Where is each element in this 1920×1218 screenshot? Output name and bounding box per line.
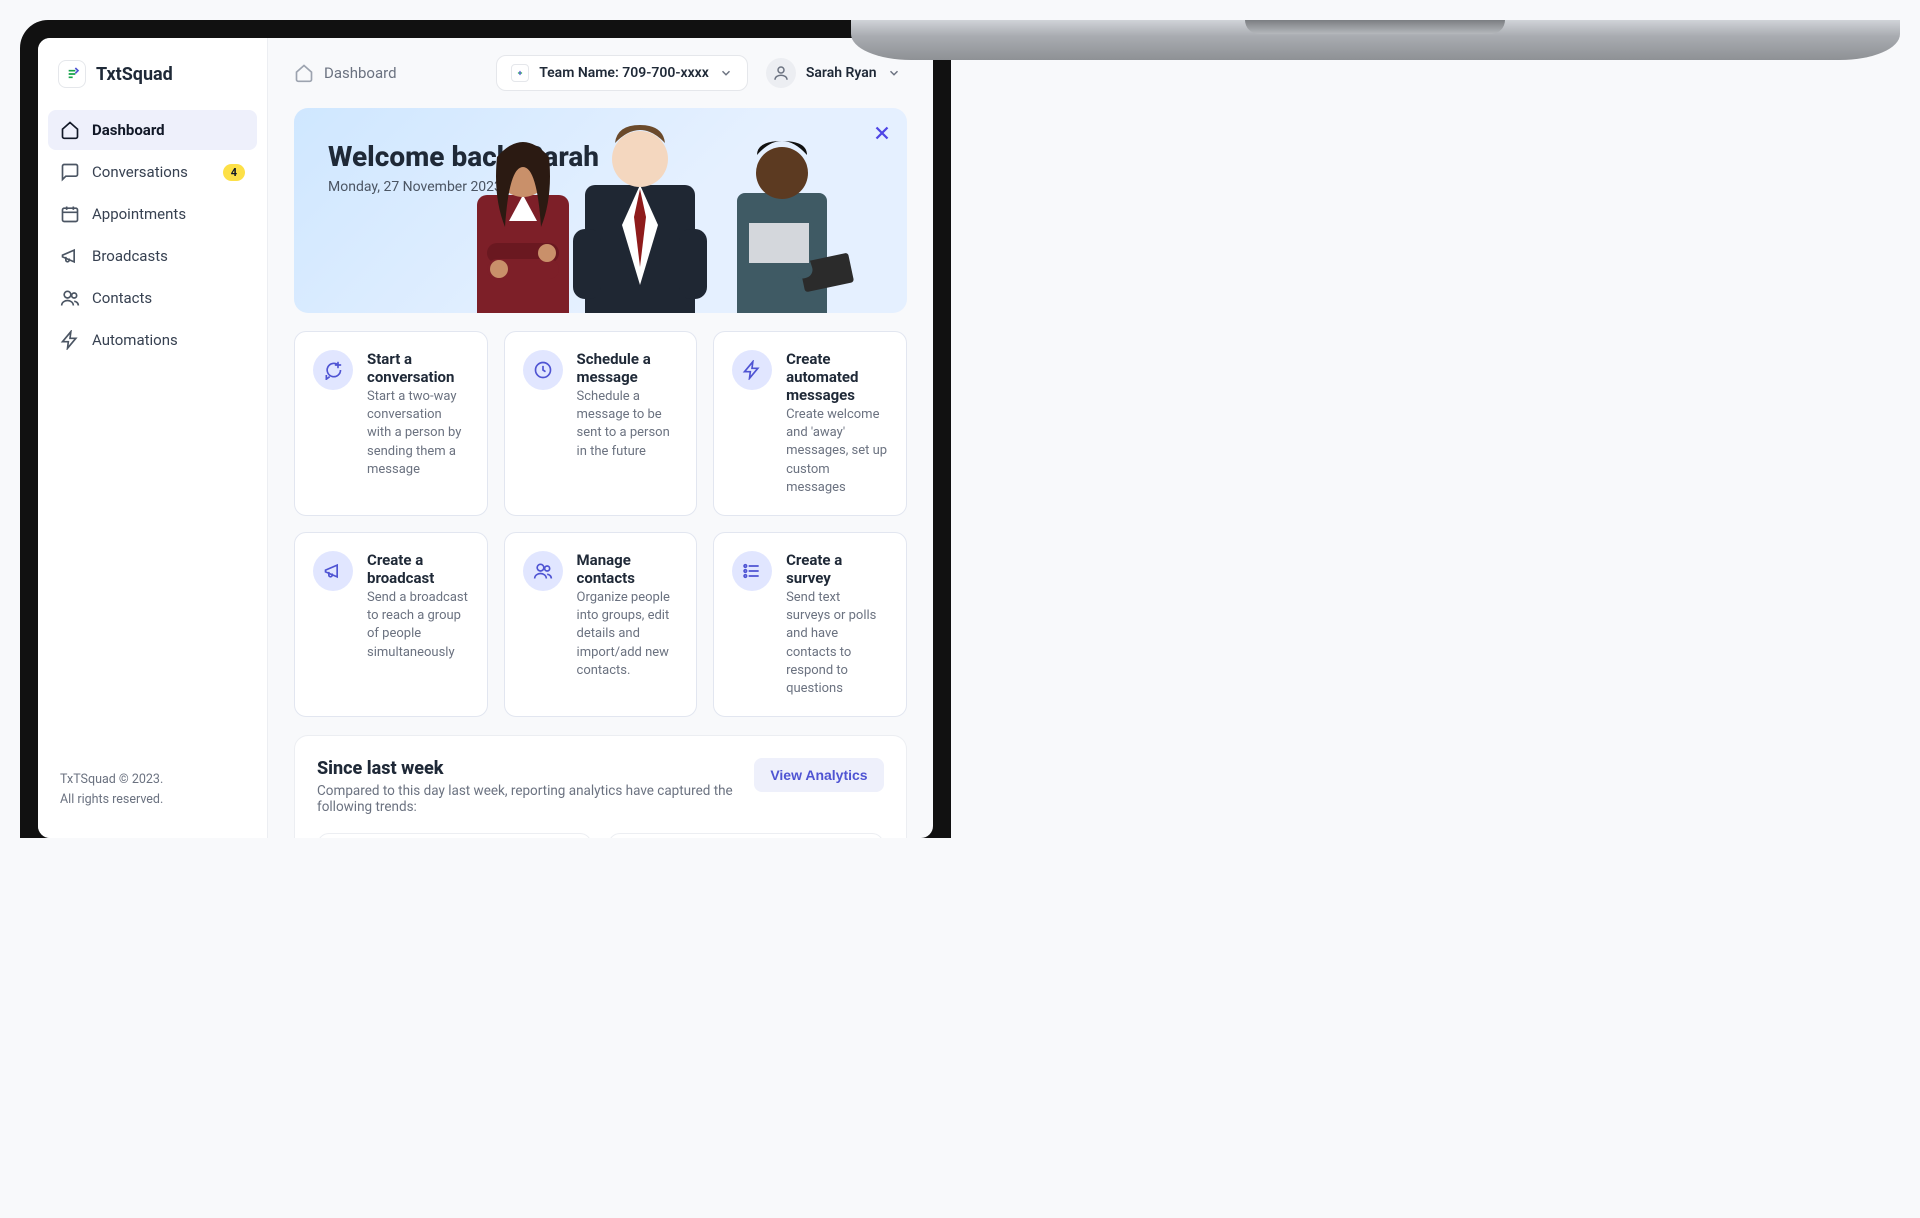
card-title: Create a survey <box>786 551 888 587</box>
sidebar: TxtSquad Dashboard Conversations 4 <box>38 38 268 838</box>
analytics-panel: Since last week Compared to this day las… <box>294 735 907 838</box>
stat-adoption: Adoption: Newly Added Contacts 49 13% <box>608 833 883 838</box>
list-icon <box>732 551 772 591</box>
card-desc: Send text surveys or polls and have cont… <box>786 589 888 698</box>
sidebar-item-automations[interactable]: Automations <box>48 320 257 360</box>
chat-plus-icon <box>313 350 353 390</box>
card-desc: Create welcome and 'away' messages, set … <box>786 406 888 497</box>
action-start-conversation[interactable]: Start a conversation Start a two-way con… <box>294 331 488 516</box>
users-icon <box>523 551 563 591</box>
sidebar-item-label: Conversations <box>92 163 188 181</box>
team-selector[interactable]: Team Name: 709-700-xxxx <box>496 55 748 91</box>
close-icon[interactable] <box>871 122 893 144</box>
user-menu[interactable]: Sarah Ryan <box>760 54 907 92</box>
megaphone-icon <box>313 551 353 591</box>
users-icon <box>60 288 80 308</box>
card-title: Schedule a message <box>577 350 679 386</box>
bolt-icon <box>60 330 80 350</box>
brand: TxtSquad <box>48 60 257 110</box>
team-label: Team Name: 709-700-xxxx <box>539 65 709 81</box>
sidebar-item-label: Dashboard <box>92 121 165 139</box>
chevron-down-icon <box>887 66 901 80</box>
action-create-broadcast[interactable]: Create a broadcast Send a broadcast to r… <box>294 532 488 717</box>
nav: Dashboard Conversations 4 Appointments <box>48 110 257 360</box>
sidebar-item-contacts[interactable]: Contacts <box>48 278 257 318</box>
card-title: Manage contacts <box>577 551 679 587</box>
card-desc: Organize people into groups, edit detail… <box>577 589 679 680</box>
action-automated-messages[interactable]: Create automated messages Create welcome… <box>713 331 907 516</box>
sidebar-item-label: Automations <box>92 331 178 349</box>
action-manage-contacts[interactable]: Manage contacts Organize people into gro… <box>504 532 698 717</box>
home-icon <box>60 120 80 140</box>
people-illustration <box>447 113 867 313</box>
card-title: Create automated messages <box>786 350 888 404</box>
action-cards: Start a conversation Start a two-way con… <box>294 331 907 717</box>
sidebar-item-dashboard[interactable]: Dashboard <box>48 110 257 150</box>
chat-icon <box>60 162 80 182</box>
sidebar-item-conversations[interactable]: Conversations 4 <box>48 152 257 192</box>
sidebar-item-label: Appointments <box>92 205 186 223</box>
breadcrumb: Dashboard <box>294 63 397 83</box>
sidebar-item-label: Broadcasts <box>92 247 168 265</box>
user-name: Sarah Ryan <box>806 65 877 81</box>
sidebar-item-label: Contacts <box>92 289 152 307</box>
breadcrumb-label: Dashboard <box>324 64 397 82</box>
clock-icon <box>523 350 563 390</box>
card-desc: Start a two-way conversation with a pers… <box>367 388 469 479</box>
card-desc: Send a broadcast to reach a group of peo… <box>367 589 469 662</box>
home-icon <box>294 63 314 83</box>
view-analytics-button[interactable]: View Analytics <box>754 758 883 792</box>
main: Dashboard Team Name: 709-700-xxxx Sarah … <box>268 38 933 838</box>
sidebar-item-appointments[interactable]: Appointments <box>48 194 257 234</box>
team-logo-icon <box>511 64 529 82</box>
analytics-title: Since last week <box>317 758 754 779</box>
action-schedule-message[interactable]: Schedule a message Schedule a message to… <box>504 331 698 516</box>
sidebar-footer: TxTSquad © 2023. All rights reserved. <box>48 760 257 820</box>
stat-activity: Activity & Engagement: Sent / Received M… <box>317 833 592 838</box>
footer-line1: TxTSquad © 2023. <box>60 770 245 790</box>
avatar <box>766 58 796 88</box>
sidebar-badge: 4 <box>223 164 245 181</box>
topbar: Dashboard Team Name: 709-700-xxxx Sarah … <box>268 38 933 108</box>
analytics-subtitle: Compared to this day last week, reportin… <box>317 783 754 815</box>
footer-line2: All rights reserved. <box>60 790 245 810</box>
chevron-down-icon <box>719 66 733 80</box>
card-desc: Schedule a message to be sent to a perso… <box>577 388 679 461</box>
brand-logo-icon <box>58 60 86 88</box>
brand-name: TxtSquad <box>96 64 173 85</box>
welcome-banner: Welcome back, Sarah Monday, 27 November … <box>294 108 907 313</box>
calendar-icon <box>60 204 80 224</box>
card-title: Create a broadcast <box>367 551 469 587</box>
card-title: Start a conversation <box>367 350 469 386</box>
sidebar-item-broadcasts[interactable]: Broadcasts <box>48 236 257 276</box>
action-create-survey[interactable]: Create a survey Send text surveys or pol… <box>713 532 907 717</box>
bolt-icon <box>732 350 772 390</box>
megaphone-icon <box>60 246 80 266</box>
